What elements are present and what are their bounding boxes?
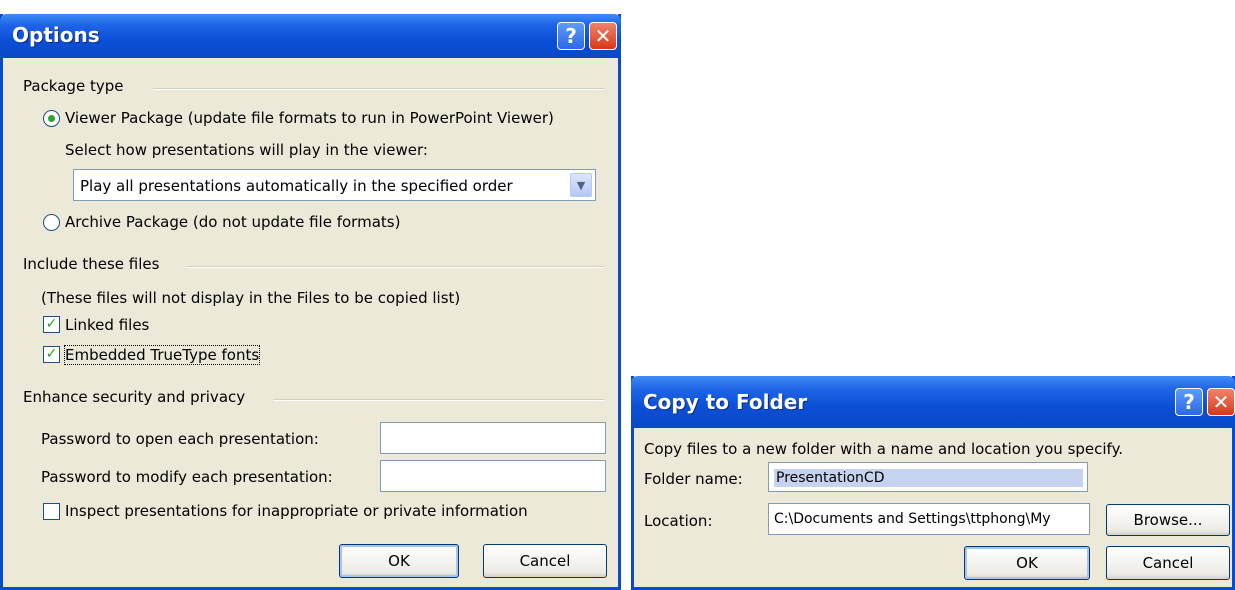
copy-description: Copy files to a new folder with a name a… <box>644 440 1124 458</box>
checkmark-icon: ✓ <box>45 346 58 362</box>
password-open-input[interactable] <box>380 422 606 454</box>
copy-cancel-button[interactable]: Cancel <box>1106 546 1230 580</box>
browse-button[interactable]: Browse... <box>1106 504 1230 536</box>
copy-titlebar[interactable]: Copy to Folder ? ✕ <box>631 376 1235 428</box>
password-modify-input[interactable] <box>380 460 606 492</box>
security-divider <box>273 399 604 401</box>
include-files-divider <box>186 266 604 268</box>
options-cancel-button[interactable]: Cancel <box>483 544 607 578</box>
select-play-label: Select how presentations will play in th… <box>65 141 428 159</box>
copy-ok-button[interactable]: OK <box>964 546 1090 580</box>
play-order-select[interactable]: Play all presentations automatically in … <box>73 169 596 201</box>
copy-title: Copy to Folder <box>643 390 808 414</box>
options-titlebar[interactable]: Options ? ✕ <box>0 14 621 58</box>
chevron-down-icon[interactable]: ▼ <box>570 173 592 197</box>
inspect-label[interactable]: Inspect presentations for inappropriate … <box>65 502 528 520</box>
location-value: C:\Documents and Settings\ttphong\My <box>774 511 1051 527</box>
location-label: Location: <box>644 512 713 530</box>
archive-package-label[interactable]: Archive Package (do not update file form… <box>65 213 400 231</box>
options-ok-button[interactable]: OK <box>339 544 459 578</box>
package-type-divider <box>153 88 604 90</box>
password-open-label: Password to open each presentation: <box>41 430 319 448</box>
password-modify-label: Password to modify each presentation: <box>41 468 333 486</box>
viewer-package-radio[interactable] <box>43 110 60 127</box>
folder-name-value: PresentationCD <box>774 469 1083 487</box>
radio-selected-dot <box>48 115 55 122</box>
options-title: Options <box>12 23 100 47</box>
embedded-fonts-checkbox[interactable]: ✓ <box>43 346 60 363</box>
package-type-heading: Package type <box>23 77 124 95</box>
help-icon[interactable]: ? <box>557 22 585 50</box>
include-files-heading: Include these files <box>23 255 160 273</box>
folder-name-input[interactable]: PresentationCD <box>768 462 1088 492</box>
linked-files-label[interactable]: Linked files <box>65 316 149 334</box>
security-heading: Enhance security and privacy <box>23 388 246 406</box>
help-icon[interactable]: ? <box>1175 388 1203 416</box>
close-icon[interactable]: ✕ <box>1207 388 1235 416</box>
checkmark-icon: ✓ <box>45 316 58 332</box>
inspect-checkbox[interactable] <box>43 503 60 520</box>
embedded-fonts-label[interactable]: Embedded TrueType fonts <box>63 345 261 365</box>
folder-name-label: Folder name: <box>644 470 743 488</box>
location-input[interactable]: C:\Documents and Settings\ttphong\My <box>768 503 1090 535</box>
options-dialog: Options ? ✕ Package type Viewer Package … <box>0 14 621 590</box>
viewer-package-label[interactable]: Viewer Package (update file formats to r… <box>65 109 554 127</box>
close-icon[interactable]: ✕ <box>589 22 617 50</box>
copy-to-folder-dialog: Copy to Folder ? ✕ Copy files to a new f… <box>631 376 1235 590</box>
play-order-value: Play all presentations automatically in … <box>80 177 513 195</box>
archive-package-radio[interactable] <box>43 214 60 231</box>
include-files-note: (These files will not display in the Fil… <box>41 289 461 307</box>
linked-files-checkbox[interactable]: ✓ <box>43 316 60 333</box>
